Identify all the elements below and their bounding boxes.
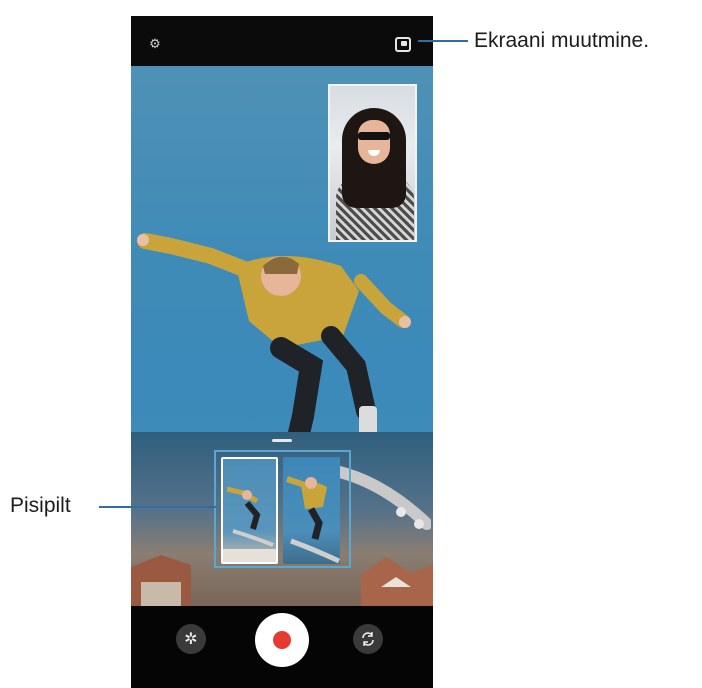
filter-effect-icon[interactable]: ✲ bbox=[176, 624, 206, 654]
camera-top-bar: ⚙ bbox=[131, 16, 433, 66]
selfie-sunglasses bbox=[358, 132, 390, 140]
thumbnail-1[interactable] bbox=[221, 457, 278, 564]
record-button[interactable] bbox=[255, 613, 309, 667]
thumbnail-strip bbox=[214, 450, 351, 568]
thumbnail-1-image bbox=[223, 486, 276, 562]
record-icon bbox=[273, 631, 291, 649]
gear-icon[interactable]: ⚙ bbox=[148, 38, 162, 52]
selfie-preview[interactable] bbox=[328, 84, 417, 242]
screen-switch-button[interactable] bbox=[395, 37, 411, 52]
camera-controls: ✲ bbox=[131, 606, 433, 688]
thumbnail-2-image bbox=[286, 476, 340, 564]
camera-screen: ⚙ ✲ bbox=[131, 16, 433, 688]
screen-switch-callout-line bbox=[418, 40, 468, 42]
drag-handle[interactable] bbox=[272, 439, 292, 442]
switch-camera-button[interactable] bbox=[353, 624, 383, 654]
camera-viewfinder[interactable] bbox=[131, 66, 433, 606]
thumbnail-callout-line bbox=[99, 506, 216, 508]
selfie-face bbox=[358, 120, 390, 164]
thumbnail-2[interactable] bbox=[283, 457, 340, 564]
switch-camera-icon bbox=[362, 632, 374, 646]
screen-switch-callout-label: Ekraani muutmine. bbox=[474, 29, 650, 52]
thumbnail-callout-label: Pisipilt bbox=[10, 494, 71, 517]
